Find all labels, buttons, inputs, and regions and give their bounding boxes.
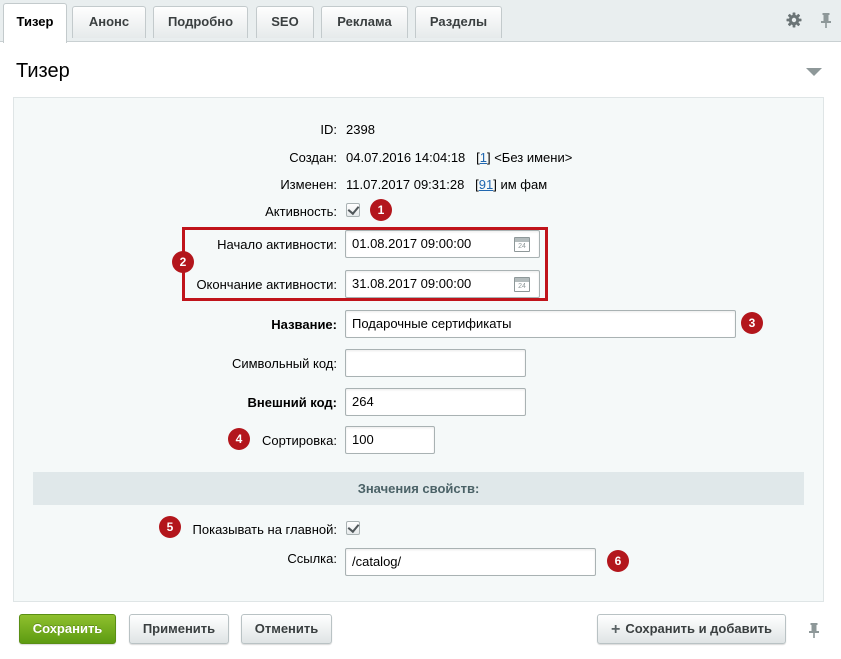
- badge-5: 5: [159, 516, 181, 538]
- active-checkbox[interactable]: [346, 203, 360, 217]
- show-main-label: Показывать на главной:: [192, 522, 337, 537]
- tab-announce[interactable]: Анонс: [72, 6, 146, 38]
- xml-id-input[interactable]: 264: [345, 388, 526, 416]
- id-label: ID:: [320, 122, 337, 137]
- active-to-label: Окончание активности:: [196, 277, 337, 292]
- xml-id-label: Внешний код:: [247, 395, 337, 410]
- active-from-input[interactable]: 01.08.2017 09:00:00: [345, 230, 540, 258]
- id-value: 2398: [346, 122, 375, 137]
- gear-icon[interactable]: [784, 10, 804, 30]
- calendar-icon[interactable]: 24: [514, 277, 530, 292]
- plus-icon: +: [611, 621, 621, 638]
- created-user-link[interactable]: 1: [480, 150, 487, 165]
- cancel-button[interactable]: Отменить: [241, 614, 332, 644]
- badge-6: 6: [607, 550, 629, 572]
- active-from-label: Начало активности:: [217, 237, 337, 252]
- calendar-icon[interactable]: 24: [514, 237, 530, 252]
- modified-user-link[interactable]: 91: [479, 177, 493, 192]
- badge-2: 2: [172, 251, 194, 273]
- properties-section-header: Значения свойств:: [33, 472, 804, 505]
- apply-button[interactable]: Применить: [129, 614, 229, 644]
- save-and-add-button[interactable]: + Сохранить и добавить: [597, 614, 786, 644]
- tab-details[interactable]: Подробно: [153, 6, 248, 38]
- sort-input[interactable]: 100: [345, 426, 435, 454]
- pin-icon[interactable]: [816, 10, 836, 30]
- code-input[interactable]: [345, 349, 526, 377]
- code-label: Символьный код:: [231, 356, 337, 371]
- created-user-name: <Без имени>: [494, 150, 573, 165]
- save-and-add-label: Сохранить и добавить: [625, 621, 772, 636]
- collapse-triangle-icon[interactable]: [806, 68, 822, 76]
- modified-date: 11.07.2017 09:31:28: [346, 177, 465, 192]
- created-row: 04.07.2016 14:04:18 [1] <Без имени>: [346, 150, 573, 165]
- name-label: Название:: [271, 317, 337, 332]
- sort-label: Сортировка:: [262, 433, 337, 448]
- active-label: Активность:: [265, 204, 337, 219]
- modified-label: Изменен:: [280, 177, 337, 192]
- link-label: Ссылка:: [287, 551, 337, 566]
- created-label: Создан:: [289, 150, 337, 165]
- show-main-checkbox[interactable]: [346, 521, 360, 535]
- name-input[interactable]: Подарочные сертификаты: [345, 310, 736, 338]
- badge-3: 3: [741, 312, 763, 334]
- tab-ads[interactable]: Реклама: [321, 6, 408, 38]
- section-title: Тизер: [16, 60, 70, 82]
- tab-sections[interactable]: Разделы: [415, 6, 502, 38]
- modified-row: 11.07.2017 09:31:28 [91] им фам: [346, 177, 548, 192]
- tab-bar: Тизер Анонс Подробно SEO Реклама Разделы: [0, 0, 841, 43]
- link-input[interactable]: /catalog/: [345, 548, 596, 576]
- pin-icon[interactable]: [804, 620, 824, 640]
- active-to-input[interactable]: 31.08.2017 09:00:00: [345, 270, 540, 298]
- created-date: 04.07.2016 14:04:18: [346, 150, 466, 165]
- save-button[interactable]: Сохранить: [19, 614, 116, 644]
- badge-1: 1: [370, 199, 392, 221]
- modified-user-name: им фам: [500, 177, 548, 192]
- tab-teaser[interactable]: Тизер: [3, 3, 67, 43]
- tab-seo[interactable]: SEO: [256, 6, 314, 38]
- badge-4: 4: [228, 428, 250, 450]
